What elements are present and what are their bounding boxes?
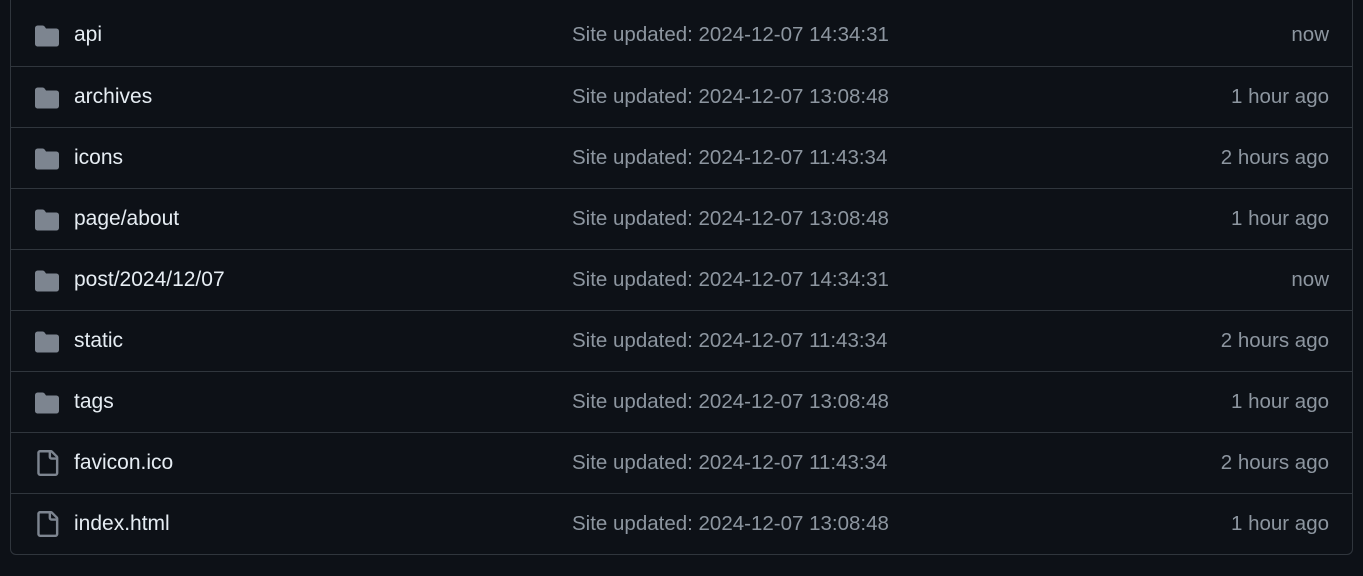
file-row-api[interactable]: api Site updated: 2024-12-07 14:34:31 no…	[11, 0, 1352, 66]
file-row-content: favicon.ico Site updated: 2024-12-07 11:…	[11, 433, 1352, 493]
file-icon	[34, 511, 60, 537]
file-row-content: archives Site updated: 2024-12-07 13:08:…	[11, 67, 1352, 127]
file-name-link[interactable]: index.html	[74, 494, 170, 554]
last-updated-age: 1 hour ago	[1230, 390, 1329, 413]
file-row-content: icons Site updated: 2024-12-07 11:43:34 …	[11, 128, 1352, 188]
last-updated-age: 1 hour ago	[1230, 85, 1329, 108]
file-row-content: page/about Site updated: 2024-12-07 13:0…	[11, 189, 1352, 249]
file-name-link[interactable]: static	[74, 311, 123, 371]
folder-icon	[34, 391, 60, 415]
commit-message-link[interactable]: Site updated: 2024-12-07 13:08:48	[572, 67, 889, 127]
last-updated-age: 2 hours ago	[1220, 329, 1329, 352]
last-updated-age: 1 hour ago	[1230, 512, 1329, 535]
commit-message-link[interactable]: Site updated: 2024-12-07 14:34:31	[572, 5, 889, 65]
commit-message-link[interactable]: Site updated: 2024-12-07 11:43:34	[572, 311, 887, 371]
file-row-icons[interactable]: icons Site updated: 2024-12-07 11:43:34 …	[11, 127, 1352, 188]
file-row-content: tags Site updated: 2024-12-07 13:08:48 1…	[11, 372, 1352, 432]
last-updated-age: 1 hour ago	[1230, 207, 1329, 230]
file-row-page-about[interactable]: page/about Site updated: 2024-12-07 13:0…	[11, 188, 1352, 249]
file-name-link[interactable]: page/about	[74, 189, 179, 249]
commit-message-link[interactable]: Site updated: 2024-12-07 13:08:48	[572, 189, 889, 249]
commit-message-link[interactable]: Site updated: 2024-12-07 13:08:48	[572, 372, 889, 432]
folder-icon	[34, 147, 60, 171]
folder-icon	[34, 269, 60, 293]
file-icon	[34, 450, 60, 476]
file-row-static[interactable]: static Site updated: 2024-12-07 11:43:34…	[11, 310, 1352, 371]
folder-icon	[34, 208, 60, 232]
file-row-content: post/2024/12/07 Site updated: 2024-12-07…	[11, 250, 1352, 310]
file-name-link[interactable]: favicon.ico	[74, 433, 173, 493]
file-name-link[interactable]: archives	[74, 67, 152, 127]
file-name-link[interactable]: icons	[74, 128, 123, 188]
file-row-index-html[interactable]: index.html Site updated: 2024-12-07 13:0…	[11, 493, 1352, 554]
folder-icon	[34, 24, 60, 48]
last-updated-age: 2 hours ago	[1220, 146, 1329, 169]
file-row-content: api Site updated: 2024-12-07 14:34:31 no…	[11, 5, 1352, 65]
file-row-tags[interactable]: tags Site updated: 2024-12-07 13:08:48 1…	[11, 371, 1352, 432]
file-row-archives[interactable]: archives Site updated: 2024-12-07 13:08:…	[11, 66, 1352, 127]
file-name-link[interactable]: post/2024/12/07	[74, 250, 225, 310]
last-updated-age: 2 hours ago	[1220, 451, 1329, 474]
file-row-content: index.html Site updated: 2024-12-07 13:0…	[11, 494, 1352, 554]
commit-message-link[interactable]: Site updated: 2024-12-07 14:34:31	[572, 250, 889, 310]
commit-message-link[interactable]: Site updated: 2024-12-07 13:08:48	[572, 494, 889, 554]
file-name-link[interactable]: api	[74, 5, 102, 65]
commit-message-link[interactable]: Site updated: 2024-12-07 11:43:34	[572, 128, 887, 188]
last-updated-age: now	[1291, 23, 1329, 46]
commit-message-link[interactable]: Site updated: 2024-12-07 11:43:34	[572, 433, 887, 493]
file-list-table: api Site updated: 2024-12-07 14:34:31 no…	[10, 0, 1353, 555]
file-row-favicon-ico[interactable]: favicon.ico Site updated: 2024-12-07 11:…	[11, 432, 1352, 493]
folder-icon	[34, 86, 60, 110]
last-updated-age: now	[1291, 268, 1329, 291]
file-row-content: static Site updated: 2024-12-07 11:43:34…	[11, 311, 1352, 371]
folder-icon	[34, 330, 60, 354]
file-row-post-2024-12-07[interactable]: post/2024/12/07 Site updated: 2024-12-07…	[11, 249, 1352, 310]
file-name-link[interactable]: tags	[74, 372, 114, 432]
